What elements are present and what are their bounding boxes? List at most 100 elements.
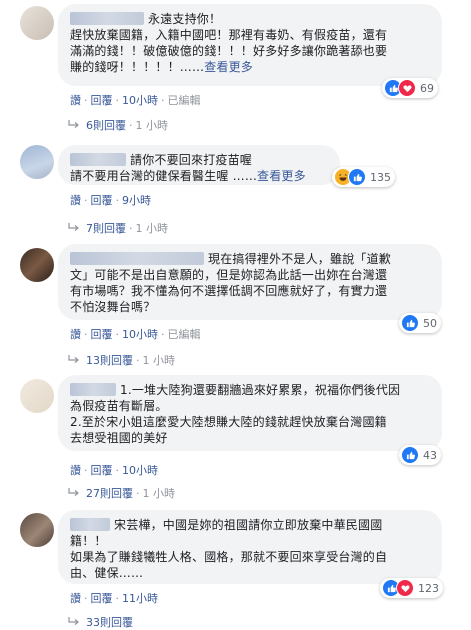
reaction-count: 135 (370, 170, 391, 184)
separator: · (136, 486, 140, 500)
separator: · (129, 118, 133, 132)
reply-button[interactable]: 回覆 (91, 464, 113, 477)
thumbs-up-icon (401, 314, 419, 332)
separator: · (84, 194, 88, 207)
comment-text: 永遠支持你！ (148, 12, 222, 26)
comment-bubble: 請你不要回來打疫苗喔 請不要用台灣的健保看醫生喔 ……查看更多 (58, 145, 340, 185)
comment-text: 現在搞得裡外不是人，雖說「道歉 (208, 252, 392, 266)
like-button[interactable]: 讚 (70, 328, 81, 341)
reply-arrow-icon (68, 222, 80, 235)
separator: · (115, 94, 120, 107)
avatar[interactable] (20, 145, 54, 179)
replies-count[interactable]: 27則回覆 (86, 485, 133, 501)
timestamp[interactable]: 11小時 (122, 592, 158, 605)
heart-icon (398, 79, 416, 97)
like-button[interactable]: 讚 (70, 94, 81, 107)
view-replies[interactable]: 7則回覆 · 1 小時 (68, 220, 168, 236)
comment-text: 由、健保…… (70, 566, 144, 580)
comment-text: 文」可能不是出自意願的，但是妳認為此話一出妳在台灣還 (70, 268, 388, 282)
author-name-redacted[interactable] (70, 518, 110, 531)
replies-time: 1 小時 (135, 222, 169, 235)
replies-time: 1 小時 (135, 119, 169, 132)
reply-arrow-icon (68, 354, 80, 367)
comment-text: 籍！！ (70, 534, 107, 548)
comment-actions: 讚 · 回覆 · 11小時 (70, 590, 158, 606)
author-name-redacted[interactable] (70, 383, 116, 396)
separator: · (84, 328, 88, 341)
avatar[interactable] (20, 379, 54, 413)
comment-text: 趕快放棄國籍，入籍中國吧！那裡有毒奶、有假疫苗，還有 (70, 28, 388, 42)
reply-button[interactable]: 回覆 (91, 328, 113, 341)
separator: · (84, 592, 88, 605)
reply-arrow-icon (68, 119, 80, 132)
replies-time: 1 小時 (142, 354, 176, 367)
reaction-summary[interactable]: 43 (399, 445, 441, 465)
thumbs-up-icon (401, 446, 419, 464)
reaction-summary[interactable]: 123 (380, 578, 443, 598)
comment-text: 請你不要回來打疫苗喔 (130, 153, 253, 167)
comment-actions: 讚 · 回覆 · 10小時 (70, 462, 158, 478)
replies-count[interactable]: 13則回覆 (86, 352, 133, 368)
comment-text: 2.至於宋小姐這麼愛大陸想賺大陸的錢就趕快放棄台灣國籍 (70, 415, 387, 429)
edited-label[interactable]: 已編輯 (168, 94, 201, 107)
reaction-summary[interactable]: 50 (399, 313, 441, 333)
reply-button[interactable]: 回覆 (91, 94, 113, 107)
comment-text: 請不要用台灣的健保看醫生喔 …… (70, 169, 258, 183)
like-button[interactable]: 讚 (70, 592, 81, 605)
comment-text: 宋芸樺，中國是妳的祖國請你立即放棄中華民國國 (114, 518, 383, 532)
author-name-redacted[interactable] (70, 12, 144, 25)
timestamp[interactable]: 9小時 (122, 194, 151, 207)
reaction-count: 50 (423, 316, 437, 330)
reaction-count: 69 (420, 81, 434, 95)
replies-count[interactable]: 7則回覆 (86, 220, 126, 236)
separator: · (115, 194, 120, 207)
comment-text: 賺的錢呀！！！！！…… (70, 60, 205, 74)
like-button[interactable]: 讚 (70, 464, 81, 477)
comment-text: 為假疫苗有斷層。 (70, 399, 168, 413)
comment-text: 滿滿的錢！！破億破億的錢！！！好多好多讓你跪著舔也要 (70, 44, 388, 58)
separator: · (84, 94, 88, 107)
comment-text: 如果為了賺錢犧牲人格、國格，那就不要回來享受台灣的自 (70, 550, 388, 564)
comment-text: 1.一堆大陸狗還要翻牆過來好累累，祝福你們後代因 (120, 383, 401, 397)
author-name-redacted[interactable] (70, 252, 204, 265)
comment-actions: 讚 · 回覆 · 9小時 (70, 192, 151, 208)
view-replies[interactable]: 33則回覆 (68, 614, 133, 630)
comment-bubble: 宋芸樺，中國是妳的祖國請你立即放棄中華民國國 籍！！ 如果為了賺錢犧牲人格、國格… (58, 510, 442, 584)
heart-icon (396, 579, 414, 597)
view-replies[interactable]: 27則回覆 · 1 小時 (68, 485, 175, 501)
replies-count[interactable]: 33則回覆 (86, 614, 133, 630)
see-more-link[interactable]: 查看更多 (257, 169, 306, 183)
separator: · (161, 328, 165, 341)
replies-count[interactable]: 6則回覆 (86, 117, 126, 133)
comment-text: 有市場嗎？我不懂為何不選擇低調不回應就好了，有實力還 (70, 284, 388, 298)
reaction-count: 123 (418, 581, 439, 595)
timestamp[interactable]: 10小時 (122, 464, 158, 477)
comment-text: 去想受祖國的美好 (70, 431, 168, 445)
separator: · (115, 464, 120, 477)
timestamp[interactable]: 10小時 (122, 328, 158, 341)
edited-label[interactable]: 已編輯 (168, 328, 201, 341)
like-button[interactable]: 讚 (70, 194, 81, 207)
comment-bubble: 1.一堆大陸狗還要翻牆過來好累累，祝福你們後代因 為假疫苗有斷層。 2.至於宋小… (58, 375, 442, 451)
avatar[interactable] (20, 6, 54, 40)
reaction-count: 43 (423, 448, 437, 462)
thumbs-up-icon (348, 168, 366, 186)
comment-bubble: 現在搞得裡外不是人，雖說「道歉 文」可能不是出自意願的，但是妳認為此話一出妳在台… (58, 244, 442, 320)
see-more-link[interactable]: 查看更多 (204, 60, 253, 74)
reaction-summary[interactable]: 135 (332, 167, 395, 187)
reaction-summary[interactable]: 69 (382, 78, 438, 98)
timestamp[interactable]: 10小時 (122, 94, 158, 107)
reply-button[interactable]: 回覆 (91, 194, 113, 207)
avatar[interactable] (20, 513, 54, 547)
comment-bubble: 永遠支持你！ 趕快放棄國籍，入籍中國吧！那裡有毒奶、有假疫苗，還有 滿滿的錢！！… (58, 4, 442, 86)
view-replies[interactable]: 13則回覆 · 1 小時 (68, 352, 175, 368)
comment-actions: 讚 · 回覆 · 10小時 · 已編輯 (70, 92, 201, 108)
replies-time: 1 小時 (142, 487, 176, 500)
view-replies[interactable]: 6則回覆 · 1 小時 (68, 117, 168, 133)
reply-arrow-icon (68, 487, 80, 500)
avatar[interactable] (20, 248, 54, 282)
separator: · (136, 353, 140, 367)
separator: · (84, 464, 88, 477)
author-name-redacted[interactable] (70, 153, 126, 166)
reply-button[interactable]: 回覆 (91, 592, 113, 605)
